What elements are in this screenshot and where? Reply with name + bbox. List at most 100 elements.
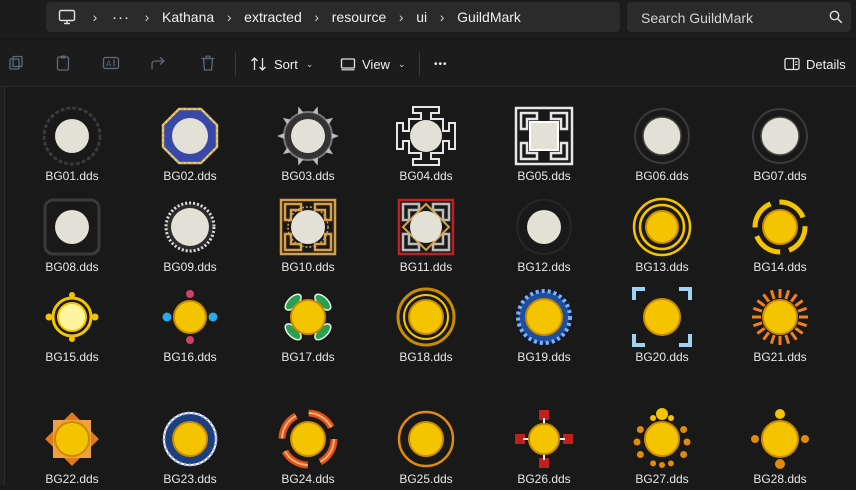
file-name: BG26.dds — [517, 472, 571, 486]
paste-icon[interactable] — [52, 52, 74, 74]
file-thumbnail — [159, 105, 221, 167]
search-box[interactable] — [627, 2, 851, 34]
file-name: BG11.dds — [399, 260, 453, 274]
more-icon[interactable]: ••• — [434, 53, 448, 75]
file-thumbnail — [159, 286, 221, 348]
search-input[interactable] — [627, 2, 833, 34]
file-item[interactable]: BG14.dds — [725, 188, 835, 278]
file-thumbnail — [41, 196, 103, 258]
file-item[interactable]: BG23.dds — [135, 400, 245, 490]
details-pane-icon — [784, 57, 800, 71]
breadcrumb-item[interactable]: extracted — [242, 9, 304, 25]
file-item[interactable]: BG25.dds — [371, 400, 481, 490]
file-name: BG03.dds — [281, 169, 335, 183]
file-item[interactable]: BG11.dds — [371, 188, 481, 278]
file-item[interactable]: BG28.dds — [725, 400, 835, 490]
file-thumbnail — [749, 408, 811, 470]
breadcrumb-item[interactable]: resource — [330, 9, 388, 25]
sort-icon — [251, 57, 266, 71]
file-thumbnail — [631, 196, 693, 258]
file-name: BG15.dds — [45, 350, 99, 364]
breadcrumb-item[interactable]: Kathana — [160, 9, 216, 25]
view-icon — [340, 58, 356, 71]
file-name: BG22.dds — [45, 472, 99, 486]
toolbar-divider — [235, 52, 236, 76]
address-toolbar: › ··· › Kathana › extracted › resource ›… — [0, 0, 856, 38]
file-name: BG08.dds — [45, 260, 99, 274]
file-item[interactable]: BG12.dds — [489, 188, 599, 278]
file-item[interactable]: BG04.dds — [371, 97, 481, 187]
file-thumbnail — [513, 196, 575, 258]
file-name: BG27.dds — [635, 472, 689, 486]
breadcrumb-item[interactable]: ui — [414, 9, 429, 25]
chevron-right-icon[interactable]: › — [82, 9, 108, 25]
file-name: BG25.dds — [399, 472, 453, 486]
file-name: BG28.dds — [753, 472, 807, 486]
file-item[interactable]: BG27.dds — [607, 400, 717, 490]
file-item[interactable]: BG07.dds — [725, 97, 835, 187]
file-thumbnail — [513, 286, 575, 348]
file-item[interactable]: BG26.dds — [489, 400, 599, 490]
address-bar[interactable]: › ··· › Kathana › extracted › resource ›… — [46, 2, 620, 32]
file-item[interactable]: BG17.dds — [253, 278, 363, 368]
details-label: Details — [806, 56, 846, 72]
file-item[interactable]: BG01.dds — [17, 97, 127, 187]
delete-icon[interactable] — [197, 52, 219, 74]
file-thumbnail — [395, 196, 457, 258]
file-item[interactable]: BG08.dds — [17, 188, 127, 278]
file-thumbnail — [395, 105, 457, 167]
file-thumbnail — [749, 286, 811, 348]
file-thumbnail — [159, 196, 221, 258]
details-button[interactable]: Details — [784, 53, 846, 75]
file-name: BG07.dds — [753, 169, 807, 183]
share-icon[interactable] — [148, 52, 170, 74]
file-item[interactable]: BG21.dds — [725, 278, 835, 368]
chevron-right-icon[interactable]: › — [134, 9, 160, 25]
file-item[interactable]: BG03.dds — [253, 97, 363, 187]
file-item[interactable]: BG09.dds — [135, 188, 245, 278]
file-thumbnail — [41, 286, 103, 348]
new-icon[interactable] — [5, 52, 27, 74]
command-bar: A Sort ⌄ View ⌄ ••• Details — [0, 40, 856, 87]
chevron-right-icon[interactable]: › — [429, 9, 455, 25]
file-thumbnail — [513, 408, 575, 470]
file-item[interactable]: BG13.dds — [607, 188, 717, 278]
file-item[interactable]: BG05.dds — [489, 97, 599, 187]
file-item[interactable]: BG02.dds — [135, 97, 245, 187]
file-thumbnail — [513, 105, 575, 167]
file-item[interactable]: BG15.dds — [17, 278, 127, 368]
file-grid: BG01.dds BG02.dds BG03.dds BG04.dds BG05.dds… — [0, 87, 856, 486]
chevron-right-icon[interactable]: › — [216, 9, 242, 25]
file-thumbnail — [277, 408, 339, 470]
file-thumbnail — [395, 286, 457, 348]
file-item[interactable]: BG06.dds — [607, 97, 717, 187]
file-name: BG20.dds — [635, 350, 689, 364]
file-item[interactable]: BG24.dds — [253, 400, 363, 490]
view-button[interactable]: View ⌄ — [340, 53, 406, 75]
chevron-right-icon[interactable]: › — [304, 9, 330, 25]
sort-button[interactable]: Sort ⌄ — [250, 53, 313, 75]
file-thumbnail — [395, 408, 457, 470]
file-name: BG24.dds — [281, 472, 335, 486]
search-icon[interactable] — [829, 10, 843, 24]
file-item[interactable]: BG19.dds — [489, 278, 599, 368]
chevron-down-icon: ⌄ — [305, 58, 314, 69]
file-name: BG14.dds — [753, 260, 807, 274]
file-item[interactable]: BG20.dds — [607, 278, 717, 368]
monitor-icon[interactable] — [52, 2, 82, 32]
chevron-right-icon[interactable]: › — [388, 9, 414, 25]
file-name: BG16.dds — [163, 350, 217, 364]
rename-icon[interactable]: A — [100, 52, 122, 74]
breadcrumb-current[interactable]: GuildMark — [455, 9, 523, 25]
breadcrumb-overflow[interactable]: ··· — [108, 9, 134, 26]
file-item[interactable]: BG16.dds — [135, 278, 245, 368]
file-item[interactable]: BG18.dds — [371, 278, 481, 368]
file-thumbnail — [631, 408, 693, 470]
file-thumbnail — [277, 105, 339, 167]
toolbar-divider — [419, 52, 420, 76]
file-name: BG01.dds — [45, 169, 99, 183]
file-name: BG23.dds — [163, 472, 217, 486]
file-item[interactable]: BG10.dds — [253, 188, 363, 278]
file-item[interactable]: BG22.dds — [17, 400, 127, 490]
file-thumbnail — [277, 286, 339, 348]
